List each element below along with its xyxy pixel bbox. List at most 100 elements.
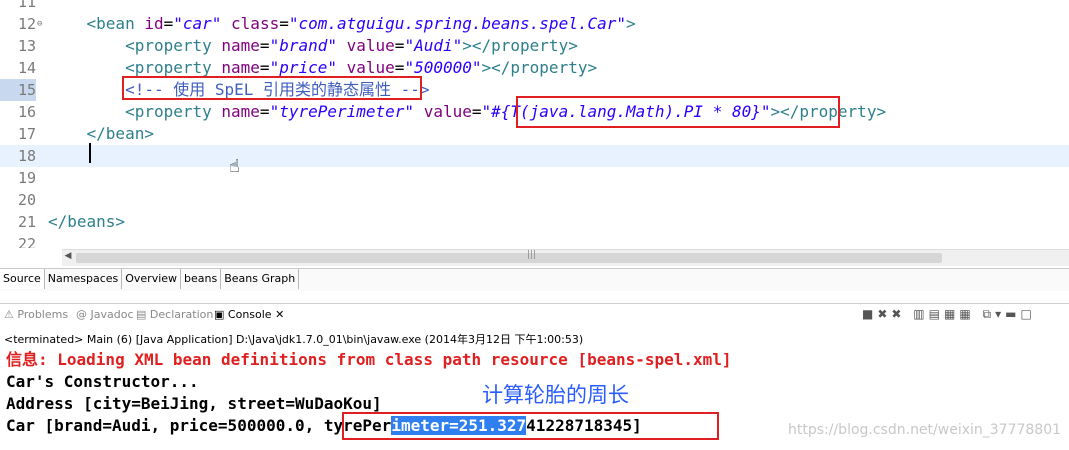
code-token: value xyxy=(337,58,395,77)
tab-source[interactable]: Source xyxy=(0,269,45,289)
minimize-icon[interactable]: ▬ xyxy=(1005,307,1020,321)
line-number: 18 xyxy=(17,147,36,165)
declaration-icon: ▤ xyxy=(136,308,147,321)
code-token: <property xyxy=(48,58,222,77)
code-text: </beans> xyxy=(48,211,125,233)
line-number: 20 xyxy=(17,191,36,209)
code-token: = xyxy=(394,58,405,77)
pin-icon[interactable]: ▦ xyxy=(959,307,974,321)
code-token: = xyxy=(394,36,405,55)
code-token: name xyxy=(221,58,260,77)
line-number: 19 xyxy=(17,169,36,187)
watermark: https://blog.csdn.net/weixin_37778801 xyxy=(788,422,1062,438)
mouse-pointer-icon: ☝ xyxy=(229,156,240,177)
maximize-icon[interactable]: □ xyxy=(1020,307,1035,321)
code-line[interactable]: 12 ⊖ <bean id="car" class="com.atguigu.sp… xyxy=(0,13,1069,35)
code-token: </bean> xyxy=(48,124,154,143)
code-token: = xyxy=(279,14,289,33)
code-token: "com.atguigu.spring.beans.spel.Car" xyxy=(288,14,626,33)
code-line[interactable]: 20 xyxy=(0,189,1069,211)
line-number: 22 xyxy=(17,235,36,248)
scroll-lock-icon[interactable]: ▥ xyxy=(913,307,928,321)
code-text: <bean id="car" class="com.atguigu.spring… xyxy=(48,13,636,35)
code-line[interactable]: 11 xyxy=(0,0,1069,13)
tab-overview[interactable]: Overview xyxy=(122,269,182,289)
car-text-a: Car [brand=Audi, price=500000.0, tyrePer xyxy=(6,416,392,435)
horizontal-scrollbar[interactable]: ◀ ||| xyxy=(62,249,1069,266)
code-token: = xyxy=(471,102,482,121)
code-token: = xyxy=(259,36,270,55)
code-token: <property xyxy=(48,36,222,55)
problems-icon: ⚠ xyxy=(4,308,14,321)
remove-launch-icon[interactable]: ✖ xyxy=(877,307,891,321)
code-token: "price" xyxy=(269,58,337,77)
line-number: 17 xyxy=(17,125,36,143)
code-token: name xyxy=(221,102,260,121)
code-token: value xyxy=(414,102,472,121)
tab-javadoc-label: Javadoc xyxy=(90,308,134,321)
close-icon[interactable]: ✕ xyxy=(275,308,284,321)
console-icon: ▣ xyxy=(214,308,225,321)
scroll-left-icon[interactable]: ◀ xyxy=(62,251,74,261)
code-token: name xyxy=(221,36,260,55)
console-line-info: 信息: Loading XML bean definitions from cl… xyxy=(6,350,732,369)
code-token: > xyxy=(626,14,636,33)
code-token: ></property> xyxy=(462,36,578,55)
grip-icon: ||| xyxy=(527,250,537,260)
code-token: = xyxy=(259,102,270,121)
console-status: <terminated> Main (6) [Java Application]… xyxy=(4,333,584,346)
code-text: <property name="brand" value="Audi"></pr… xyxy=(48,35,578,57)
menu-icon[interactable]: ▾ xyxy=(995,307,1005,321)
code-token: "car" xyxy=(173,14,222,33)
code-text: </bean> xyxy=(48,123,154,145)
copy-icon[interactable]: ▤ xyxy=(929,307,944,321)
remove-all-icon[interactable]: ✖ xyxy=(891,307,905,321)
code-token: <property xyxy=(48,102,222,121)
tab-problems-label: Problems xyxy=(17,308,69,321)
word-wrap-icon[interactable]: ▦ xyxy=(944,307,959,321)
view-tabs: ⚠ Problems @ Javadoc ▤ Declaration ▣ Con… xyxy=(0,304,1069,328)
console-panel: ⚠ Problems @ Javadoc ▤ Declaration ▣ Con… xyxy=(0,303,1069,450)
tab-declaration-label: Declaration xyxy=(149,308,214,321)
scrollbar-thumb[interactable] xyxy=(76,253,942,263)
code-line[interactable]: 22 xyxy=(0,233,1069,248)
tab-console[interactable]: ▣ Console ✕ xyxy=(214,308,285,321)
tab-declaration[interactable]: ▤ Declaration xyxy=(136,308,213,321)
editor-bottom-tabs: Source Namespaces Overview beans Beans G… xyxy=(0,268,1069,291)
console-line-constructor: Car's Constructor... xyxy=(6,372,199,391)
code-token: class xyxy=(221,14,280,33)
highlight-box-tyre-perimeter xyxy=(342,412,719,440)
annotation-note: 计算轮胎的周长 xyxy=(482,383,629,407)
line-number: 14 xyxy=(17,59,36,77)
code-token: ></property> xyxy=(481,58,598,77)
highlight-box-comment xyxy=(122,76,422,100)
code-token: = xyxy=(259,58,270,77)
tab-beans[interactable]: beans xyxy=(181,269,222,289)
tab-namespaces[interactable]: Namespaces xyxy=(45,269,123,289)
fold-icon[interactable]: ⊖ xyxy=(37,13,42,35)
tab-javadoc[interactable]: @ Javadoc xyxy=(76,308,134,321)
line-number: 16 xyxy=(17,103,36,121)
tab-problems[interactable]: ⚠ Problems xyxy=(4,308,68,321)
code-token: "Audi" xyxy=(404,36,463,55)
line-number: 11 xyxy=(17,0,36,11)
tab-beans-graph[interactable]: Beans Graph xyxy=(221,269,300,289)
line-number: 13 xyxy=(17,37,36,55)
tab-console-label: Console xyxy=(227,308,272,321)
code-token: "tyrePerimeter" xyxy=(269,102,415,121)
console-toolbar: ■✖✖ ▥▤▦▦ ⧉▾▬□ xyxy=(862,307,1036,322)
highlight-box-spel-expression xyxy=(516,96,840,128)
xml-editor[interactable]: 11 12 ⊖ <bean id="car" class="com.atguigu.… xyxy=(0,0,1069,248)
code-line[interactable]: 13 <property name="brand" value="Audi"><… xyxy=(0,35,1069,57)
code-line[interactable]: 18 xyxy=(0,145,1069,167)
code-line[interactable]: 19 xyxy=(0,167,1069,189)
line-number: 15 xyxy=(0,79,36,101)
at-icon: @ xyxy=(76,308,87,321)
terminate-icon[interactable]: ■ xyxy=(862,307,877,321)
code-token: <bean xyxy=(48,14,145,33)
code-token: </beans> xyxy=(48,212,126,231)
code-token: "500000" xyxy=(404,58,482,77)
open-console-icon[interactable]: ⧉ xyxy=(983,307,996,321)
code-line[interactable]: 21 </beans> xyxy=(0,211,1069,233)
line-number: 21 xyxy=(17,213,36,231)
